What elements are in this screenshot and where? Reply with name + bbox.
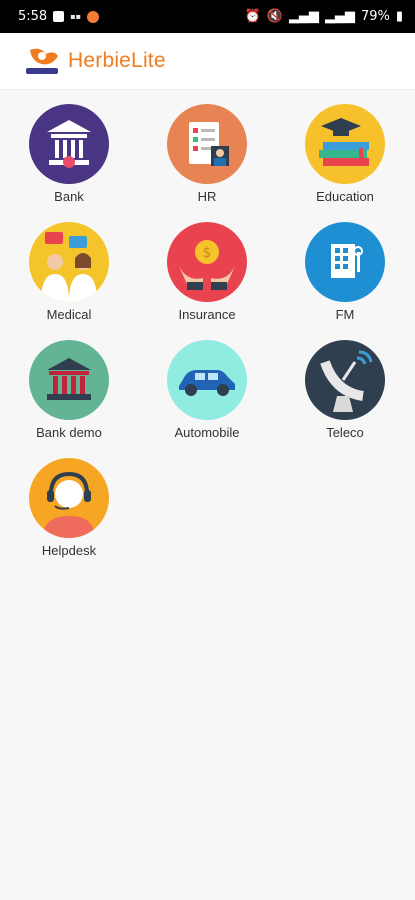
battery-icon: ▮ bbox=[395, 9, 403, 24]
gallery-icon bbox=[53, 11, 65, 22]
category-grid: Bank HR Education Medical $ Insurance FM… bbox=[0, 90, 415, 566]
insurance-icon: $ bbox=[167, 222, 247, 302]
status-bar: 5:58 ▪▪ ⏰ 🔇 ▂▄▆ ▂▄▆ 79% ▮ bbox=[0, 0, 415, 33]
tile-fm[interactable]: FM bbox=[276, 222, 414, 330]
bank-icon bbox=[29, 104, 109, 184]
tile-label: Bank bbox=[54, 189, 84, 204]
building-icon bbox=[305, 222, 385, 302]
tile-insurance[interactable]: $ Insurance bbox=[138, 222, 276, 330]
tile-medical[interactable]: Medical bbox=[0, 222, 138, 330]
alarm-icon: ⏰ bbox=[244, 9, 261, 24]
herbie-logo bbox=[24, 44, 62, 78]
medical-icon bbox=[29, 222, 109, 302]
hr-icon bbox=[167, 104, 247, 184]
tile-helpdesk[interactable]: Helpdesk bbox=[0, 458, 138, 566]
satellite-dish-icon bbox=[305, 340, 385, 420]
signal-icon: ▂▄▆ bbox=[288, 9, 319, 24]
tile-label: Medical bbox=[46, 307, 92, 322]
tile-automobile[interactable]: Automobile bbox=[138, 340, 276, 448]
tile-education[interactable]: Education bbox=[276, 104, 414, 212]
bank-demo-icon bbox=[29, 340, 109, 420]
tile-label: Automobile bbox=[174, 425, 240, 440]
tile-label: FM bbox=[335, 307, 355, 322]
battery-percent: 79% bbox=[360, 9, 390, 24]
tile-label: Education bbox=[316, 189, 374, 204]
network-speed-icon: ▪▪ bbox=[70, 12, 82, 21]
svg-text:$: $ bbox=[203, 245, 212, 261]
tile-label: HR bbox=[197, 189, 217, 204]
car-icon bbox=[167, 340, 247, 420]
tile-teleco[interactable]: Teleco bbox=[276, 340, 414, 448]
app-title: HerbieLite bbox=[68, 49, 166, 72]
tile-bank-demo[interactable]: Bank demo bbox=[0, 340, 138, 448]
app-notification-icon bbox=[87, 10, 100, 23]
tile-label: Teleco bbox=[326, 425, 364, 440]
education-icon bbox=[305, 104, 385, 184]
tile-label: Helpdesk bbox=[41, 543, 97, 558]
app-header: HerbieLite bbox=[0, 33, 415, 90]
tile-hr[interactable]: HR bbox=[138, 104, 276, 212]
tile-label: Bank demo bbox=[36, 425, 102, 440]
mute-icon: 🔇 bbox=[266, 9, 283, 24]
helpdesk-icon bbox=[29, 458, 109, 538]
tile-label: Insurance bbox=[178, 307, 236, 322]
status-time: 5:58 bbox=[18, 9, 48, 24]
signal-icon: ▂▄▆ bbox=[324, 9, 355, 24]
tile-bank[interactable]: Bank bbox=[0, 104, 138, 212]
